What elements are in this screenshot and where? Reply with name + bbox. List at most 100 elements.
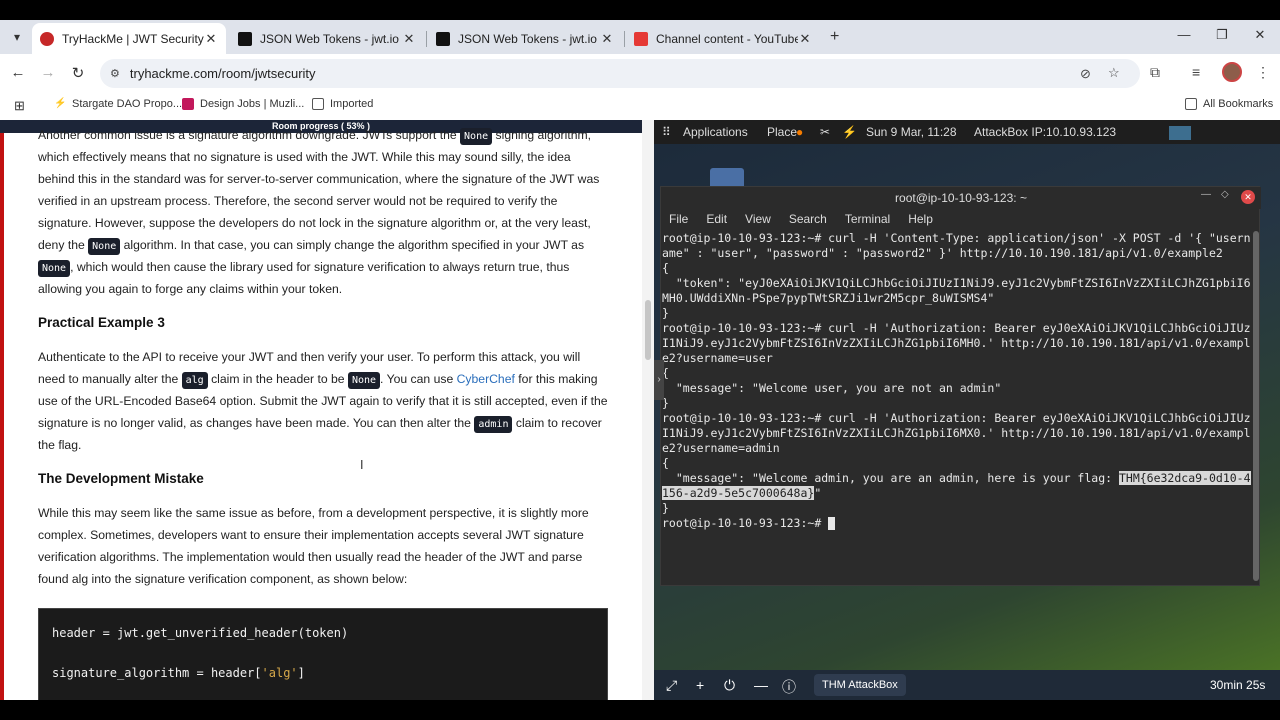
code-line: signature_algorithm = header['alg'] [52,666,305,680]
close-icon[interactable]: ✕ [204,31,218,47]
bookmarks-bar: ⊞ ⚡ Stargate DAO Propo... Design Jobs | … [0,92,1280,120]
muzli-icon [182,98,194,110]
navigation-bar: ← → ↻ ⚙ tryhackme.com/room/jwtsecurity ⊘… [0,54,1280,92]
terminal-line: root@ip-10-10-93-123:~# curl -H 'Authori… [662,411,1251,455]
scrollbar[interactable] [642,120,654,700]
tab-youtube-studio[interactable]: Channel content - YouTube Stu ✕ [626,23,820,54]
bookmark-stargate[interactable]: ⚡ Stargate DAO Propo... [54,98,182,110]
close-icon[interactable]: ✕ [1241,190,1255,204]
places-menu[interactable]: Place [767,125,797,139]
tab-title: JSON Web Tokens - jwt.io [458,31,597,46]
reload-icon[interactable]: ↻ [68,64,88,82]
extensions-icon[interactable]: ⧉ [1150,64,1160,81]
menu-view[interactable]: View [745,209,771,229]
menu-icon[interactable]: ⋮ [1256,64,1270,81]
close-icon[interactable]: ✕ [402,31,416,47]
code-chip-none: None [460,128,493,145]
apps-grid-icon[interactable]: ⊞ [14,98,25,114]
terminal-line: { [662,261,669,275]
attackbox-ip: AttackBox IP:10.10.93.123 [974,125,1117,139]
panel-datetime: Sun 9 Mar, 11:28 [866,125,957,139]
terminal-scrollbar[interactable] [1253,231,1259,581]
cast-blocked-icon[interactable]: ⊘ [1080,66,1091,82]
burp-icon[interactable]: ⚡ [842,125,857,139]
terminal-line: "token": "eyJ0eXAiOiJKV1QiLCJhbGciOiJIUz… [662,276,1251,305]
maximize-icon[interactable]: ◇ [1221,189,1229,200]
folder-icon [1185,98,1197,110]
restore-icon[interactable]: ❐ [1212,27,1232,43]
avatar[interactable] [1222,62,1242,82]
code-chip-alg: alg [181,372,208,389]
terminal-line: } [662,501,669,515]
browser-chrome: ▾ TryHackMe | JWT Security ✕ JSON Web To… [0,20,1280,120]
terminal-window[interactable]: root@ip-10-10-93-123: ~ — ◇ ✕ File Edit … [660,186,1261,586]
attackbox-pane: ⠿ Applications Place ● ✂ ⚡ Sun 9 Mar, 11… [654,120,1280,700]
terminal-line: { [662,456,669,470]
tab-search-icon[interactable]: ▾ [8,28,26,46]
code-line: header = jwt.get_unverified_header(token… [52,626,349,640]
menu-help[interactable]: Help [908,209,933,229]
code-chip-admin: admin [474,416,513,433]
code-chip-none: None [88,238,121,255]
tryhackme-favicon-icon [40,31,54,46]
paragraph-none-algorithm: Another common issue is a signature algo… [38,128,600,296]
close-icon[interactable]: ✕ [600,31,614,47]
media-control-icon[interactable]: ≡ [1192,64,1200,80]
address-bar[interactable]: ⚙ tryhackme.com/room/jwtsecurity [100,59,1140,88]
terminal-flag-line: "message": "Welcome admin, you are an ad… [662,471,1251,500]
terminal-line: } [662,306,669,320]
bookmark-label: Design Jobs | Muzli... [200,98,305,110]
task-accent-bar [0,133,4,700]
url-text: tryhackme.com/room/jwtsecurity [129,66,316,81]
session-timer: 30min 25s [1210,678,1266,692]
tab-jwt-io-2[interactable]: JSON Web Tokens - jwt.io ✕ [428,23,622,54]
window-close-icon[interactable]: ✕ [1250,27,1270,43]
tab-strip: ▾ TryHackMe | JWT Security ✕ JSON Web To… [0,20,1280,54]
back-icon[interactable]: ← [8,64,28,81]
applications-menu[interactable]: Applications [683,125,748,139]
terminal-output[interactable]: root@ip-10-10-93-123:~# curl -H 'Content… [661,231,1251,583]
fullscreen-icon[interactable]: ⤢ [666,677,677,694]
tab-tryhackme[interactable]: TryHackMe | JWT Security ✕ [32,23,226,54]
bookmark-star-icon[interactable]: ☆ [1108,65,1120,81]
new-tab-icon[interactable]: + [830,28,839,46]
minimize-icon[interactable]: — [1201,189,1211,200]
all-bookmarks[interactable]: All Bookmarks [1185,98,1273,110]
terminal-line: root@ip-10-10-93-123:~# curl -H 'Content… [662,231,1251,260]
power-icon[interactable]: ⏻ [724,677,735,694]
bookmark-design-jobs[interactable]: Design Jobs | Muzli... [182,98,304,110]
tab-jwt-io-1[interactable]: JSON Web Tokens - jwt.io ✕ [230,23,424,54]
terminal-line: "message": "Welcome user, you are not an… [662,381,1002,395]
terminal-taskbar-icon[interactable] [1169,126,1191,140]
scrollbar-thumb[interactable] [645,300,651,360]
info-icon[interactable]: ⓘ [782,677,796,697]
heading-practical-example-3: Practical Example 3 [38,315,165,330]
apps-grid-icon[interactable]: ⠿ [662,125,671,139]
terminal-title: root@ip-10-10-93-123: ~ [661,187,1261,209]
menu-terminal[interactable]: Terminal [845,209,890,229]
close-icon[interactable]: ✕ [798,31,812,47]
cyberchef-link[interactable]: CyberChef [457,372,515,386]
code-chip-none: None [38,260,71,277]
minimize-icon[interactable]: — [1174,27,1194,42]
site-info-icon[interactable]: ⚙ [110,67,120,80]
menu-edit[interactable]: Edit [706,209,727,229]
paragraph-example-3: Authenticate to the API to receive your … [38,350,608,452]
bookmark-imported[interactable]: Imported [312,98,373,110]
code-chip-none: None [347,372,381,389]
terminal-cursor [828,517,836,530]
add-icon[interactable]: + [696,677,704,693]
attackbox-button[interactable]: THM AttackBox [814,674,906,696]
forward-icon[interactable]: → [38,64,58,81]
tab-title: Channel content - YouTube Stu [656,31,798,46]
text-cursor-icon: Ⅰ [360,458,364,472]
side-panel-handle-icon[interactable]: › [654,360,664,400]
minimize-icon[interactable]: — [754,677,768,693]
room-content-pane: Room progress ( 53% ) Another common iss… [0,120,654,700]
firefox-icon[interactable]: ● [796,125,803,139]
tools-icon[interactable]: ✂ [820,125,830,139]
menu-file[interactable]: File [669,209,688,229]
terminal-line: { [662,366,669,380]
heading-development-mistake: The Development Mistake [38,471,204,486]
menu-search[interactable]: Search [789,209,827,229]
